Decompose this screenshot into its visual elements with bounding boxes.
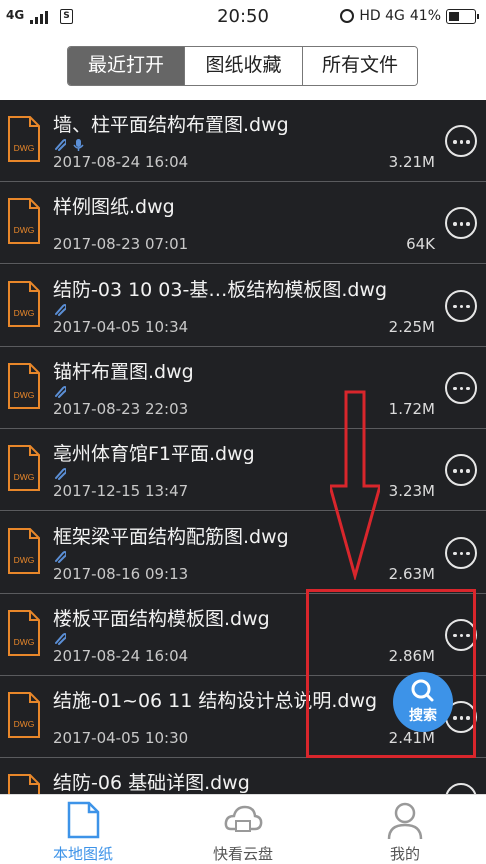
nav-mine[interactable]: 我的: [340, 795, 470, 864]
more-options-icon[interactable]: [445, 207, 477, 240]
dwg-file-icon: DWG: [8, 774, 40, 794]
file-size: 2.41M: [388, 729, 435, 748]
file-name: 框架梁平面结构配筋图.dwg: [53, 525, 289, 548]
pin-icon: [55, 632, 66, 645]
dwg-file-icon: DWG: [8, 609, 40, 656]
file-date: 2017-04-05 10:34: [53, 317, 189, 336]
file-date: 2017-08-16 09:13: [53, 564, 189, 583]
dwg-file-icon: DWG: [8, 280, 40, 327]
file-name: 样例图纸.dwg: [53, 196, 175, 219]
dwg-label: DWG: [14, 719, 35, 729]
pin-icon: [55, 550, 66, 563]
status-bar: 4G S 20:50 HD 4G 41%: [0, 0, 486, 34]
tab-recent[interactable]: 最近打开: [68, 47, 184, 85]
search-icon: [411, 679, 434, 702]
dwg-label: DWG: [14, 308, 35, 318]
dwg-label: DWG: [14, 555, 35, 565]
file-tags: [54, 632, 66, 645]
pin-icon: [55, 139, 66, 151]
battery-icon: [446, 8, 479, 24]
dwg-label: DWG: [14, 225, 35, 235]
file-name: 亳州体育馆F1平面.dwg: [53, 443, 255, 466]
mic-icon: [73, 139, 84, 151]
file-row[interactable]: DWG 墙、柱平面结构布置图.dwg 2017-08-24 16:04 3.21M: [0, 100, 486, 182]
file-date: 2017-08-24 16:04: [53, 646, 189, 665]
file-tags: [54, 303, 66, 316]
file-row[interactable]: DWG 楼板平面结构模板图.dwg 2017-08-24 16:04 2.86M: [0, 593, 486, 676]
file-name: 结施-01~06 11 结构设计总说明.dwg: [53, 690, 378, 713]
segmented-control: 最近打开 图纸收藏 所有文件: [67, 46, 418, 86]
nav-cloud[interactable]: 快看云盘: [178, 795, 308, 864]
file-date: 2017-08-23 22:03: [53, 399, 189, 418]
file-tags: [54, 138, 84, 151]
tab-all-files[interactable]: 所有文件: [302, 47, 417, 85]
file-tags: [54, 467, 66, 481]
network-indicator: HD 4G: [359, 8, 405, 24]
file-row[interactable]: DWG 框架梁平面结构配筋图.dwg 2017-08-16 09:13 2.63M: [0, 511, 486, 594]
file-name: 楼板平面结构模板图.dwg: [53, 607, 270, 630]
more-options-icon[interactable]: [445, 618, 477, 651]
nav-label: 本地图纸: [52, 845, 113, 863]
file-icon: [67, 801, 100, 839]
nav-label: 我的: [389, 845, 420, 863]
dwg-file-icon: DWG: [8, 116, 40, 162]
alarm-icon: [340, 9, 355, 23]
file-date: 2017-08-24 16:04: [53, 153, 189, 171]
dwg-label: DWG: [14, 472, 35, 482]
dwg-file-icon: DWG: [8, 362, 40, 409]
file-row[interactable]: DWG 结防-03 10 03-基…板结构模板图.dwg 2017-04-05 10…: [0, 264, 486, 347]
cloud-icon: [224, 805, 263, 832]
pin-icon: [55, 303, 66, 316]
file-size: 1.72M: [388, 399, 435, 418]
dwg-file-icon: DWG: [8, 527, 40, 574]
file-size: 2.25M: [388, 317, 435, 336]
file-row[interactable]: DWG 锚杆布置图.dwg 2017-08-23 22:03 1.72M: [0, 346, 486, 429]
dwg-file-icon: DWG: [8, 692, 40, 739]
file-name: 结防-06 基础详图.dwg: [53, 772, 250, 794]
file-date: 2017-08-23 07:01: [53, 235, 189, 254]
file-row[interactable]: DWG 结防-06 基础详图.dwg: [0, 758, 486, 794]
file-size: 2.86M: [388, 646, 435, 665]
file-name: 结防-03 10 03-基…板结构模板图.dwg: [53, 278, 388, 301]
user-icon: [387, 802, 423, 840]
more-options-icon[interactable]: [445, 536, 477, 569]
file-row[interactable]: DWG 样例图纸.dwg 2017-08-23 07:01 64K: [0, 182, 486, 265]
search-button[interactable]: 搜索: [393, 672, 453, 732]
file-size: 3.21M: [388, 153, 435, 171]
dwg-label: DWG: [14, 143, 35, 153]
tab-bar: 最近打开 图纸收藏 所有文件: [0, 34, 486, 100]
battery-percent: 41%: [409, 8, 441, 24]
file-name: 锚杆布置图.dwg: [53, 360, 194, 383]
file-tags: [54, 385, 66, 398]
dwg-label: DWG: [14, 637, 35, 647]
pin-icon: [55, 468, 66, 481]
more-options-icon[interactable]: [445, 125, 477, 157]
nav-local-drawings[interactable]: 本地图纸: [18, 795, 148, 864]
more-options-icon[interactable]: [445, 289, 477, 322]
more-options-icon[interactable]: [445, 371, 477, 404]
file-date: 2017-04-05 10:30: [53, 729, 189, 748]
file-size: 64K: [406, 235, 435, 254]
more-options-icon[interactable]: [445, 783, 477, 794]
nav-label: 快看云盘: [212, 845, 273, 863]
bottom-nav: 本地图纸 快看云盘 我的: [0, 794, 486, 864]
dwg-label: DWG: [14, 390, 35, 400]
file-tags: [54, 550, 66, 563]
file-size: 2.63M: [388, 564, 435, 583]
file-name: 墙、柱平面结构布置图.dwg: [53, 114, 289, 136]
more-options-icon[interactable]: [445, 454, 477, 487]
pin-icon: [55, 385, 66, 398]
tab-favorites[interactable]: 图纸收藏: [184, 47, 302, 85]
file-row[interactable]: DWG 亳州体育馆F1平面.dwg 2017-12-15 13:47 3.23M: [0, 429, 486, 512]
dwg-file-icon: DWG: [8, 445, 40, 492]
file-size: 3.23M: [388, 482, 435, 501]
dwg-file-icon: DWG: [8, 198, 40, 245]
search-label: 搜索: [409, 708, 437, 724]
file-date: 2017-12-15 13:47: [53, 482, 189, 501]
status-right: HD 4G 41%: [340, 8, 479, 24]
